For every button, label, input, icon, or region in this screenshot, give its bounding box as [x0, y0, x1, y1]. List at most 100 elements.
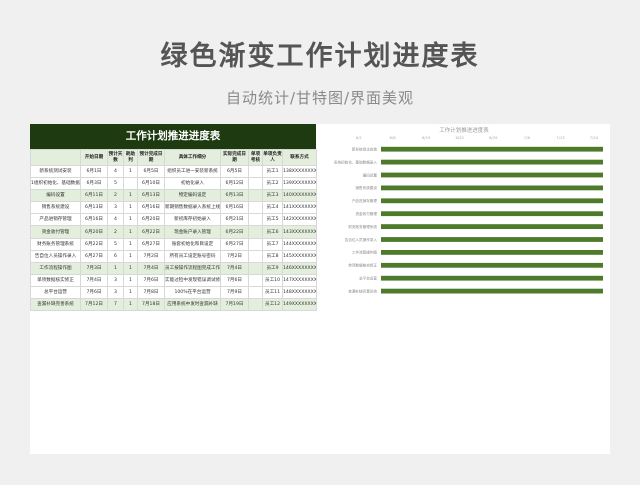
table-cell: 6月10日 — [137, 177, 165, 191]
table-cell: 7月4日 — [220, 261, 249, 275]
col-header-task-detail: 具体工作细分 — [164, 149, 221, 166]
table-cell: 7月4日 — [80, 273, 108, 287]
table-cell: 7月3日 — [80, 261, 108, 275]
table-cell — [248, 189, 263, 203]
category-label: 告自位人员操作录入 — [345, 237, 378, 242]
table-row: 工作流程操作图7月3日117月4日员工按操作流程图完成工作内容7月4日员工914… — [30, 261, 317, 275]
col-header-aux: 耗助判 — [123, 149, 138, 166]
table-cell — [248, 298, 263, 312]
col-header-contact: 联系方式 — [282, 149, 317, 166]
table-cell: 6月13日 — [137, 189, 165, 203]
table-cell: 应用系统中发时查漏补缺 — [164, 298, 221, 312]
table-cell: 4 — [107, 213, 124, 227]
gantt-bar — [381, 211, 603, 217]
table-row: 财务账务管理系统 6月22日 5 1 6月27日 账套初始化和目设定 6月27日 员工7 144… — [30, 237, 317, 251]
table-cell: 1 — [123, 237, 138, 251]
table-cell: 员工2 — [262, 177, 283, 191]
table-cell: 139XXXXXXXX — [282, 177, 317, 191]
table-row: 编码设置 6月11日 2 1 6月13日 物定编码设定 6月13日 员工3 140XXXXXXX… — [30, 189, 317, 203]
category-label: 产品进销存管理 — [352, 198, 378, 203]
table-cell: 员工3 — [262, 189, 283, 203]
table-cell: 物定编码设定 — [164, 189, 221, 203]
col-header-owner: 单项负责人 — [262, 149, 283, 166]
table-cell: 7月4日 — [137, 261, 165, 275]
table-cell: 7月6日 — [220, 273, 249, 287]
category-label: 总平台运营 — [359, 276, 377, 281]
table-cell: 7月2日 — [137, 249, 165, 263]
x-tick-label: 6/1 — [356, 135, 363, 140]
table-cell: 账套初始化和目设定 — [164, 237, 221, 251]
table-cell: 新系统测试安装 — [30, 164, 81, 179]
gantt-bar — [381, 185, 603, 191]
table-row: 销售系统建设 6月13日 3 1 6月16日 新期销售数据录入系统上线 6月16日 员工4 14… — [30, 201, 317, 215]
x-tick-label: 6/15 — [422, 135, 431, 140]
table-cell: 6月22日 — [137, 225, 165, 239]
category-label: 查漏补缺完善系统 — [348, 288, 377, 293]
table-cell — [248, 164, 263, 179]
table-cell: 1 — [123, 164, 138, 179]
col-header — [30, 149, 81, 166]
table-cell: 1 — [123, 298, 138, 312]
table-row: 1组织初始化、基础数据录入6月3日5 6月10日初始化录入6月12日员工2139X… — [30, 177, 317, 191]
table-cell: 6月16日 — [220, 201, 249, 215]
table-cell: 初始化录入 — [164, 177, 221, 191]
table-cell: 144XXXXXXXX — [282, 237, 317, 251]
table-cell: 1 — [123, 285, 138, 300]
category-label: 资金收付管理 — [355, 211, 377, 216]
x-tick-label: 6/29 — [489, 135, 498, 140]
table-cell: 7 — [107, 298, 124, 312]
table-cell: 员工10 — [262, 273, 283, 287]
table-cell: 所有员工设定账号密码 — [164, 249, 221, 263]
table-cell — [248, 285, 263, 300]
table-cell: 6月3日 — [80, 177, 108, 191]
table-cell: 5 — [107, 237, 124, 251]
table-cell: 1组织初始化、基础数据录入 — [30, 177, 81, 191]
table-cell: 6月20日 — [137, 213, 165, 227]
gantt-bar — [381, 275, 603, 281]
category-label: 新系统测试安装 — [352, 147, 378, 152]
table-cell: 6月16日 — [137, 201, 165, 215]
table-cell: 6月1日 — [80, 164, 108, 179]
category-label: 销售系统建设 — [355, 185, 377, 190]
table-cell: 员工5 — [262, 213, 283, 227]
table-cell: 查漏补缺完善系统 — [30, 298, 81, 312]
table-cell: 1 — [123, 261, 138, 275]
table-cell: 3 — [107, 273, 124, 287]
table-cell: 6月11日 — [80, 189, 108, 203]
col-header-planned-end: 预计完成日期 — [137, 149, 165, 166]
table-cell: 141XXXXXXXX — [282, 201, 317, 215]
table-cell: 7月2日 — [220, 249, 249, 263]
table-cell — [248, 225, 263, 239]
table-row: 总平台运营 7月6日 3 1 7月8日 100%在平台运营 7月9日 员工11 148XXXXX… — [30, 285, 317, 300]
table-cell: 编码设置 — [30, 189, 81, 203]
chart-title: 工作计划推进进度表 — [439, 126, 489, 134]
table-cell: 6月27日 — [220, 237, 249, 251]
category-label: 工作流程操作图 — [352, 250, 378, 255]
table-row: 产品进销存管理 6月16日 4 1 6月20日 新初库存初始录入 6月21日 员工5 142XX… — [30, 213, 317, 227]
gantt-bar — [381, 224, 603, 229]
table-row: 查漏补缺完善系统 7月12日 7 1 7月18日 应用系统中发时查漏补缺 7月19日 员工12… — [30, 298, 317, 312]
table-cell: 6月13日 — [80, 201, 108, 215]
gantt-bar — [381, 172, 603, 178]
table-cell: 员工4 — [262, 201, 283, 215]
spreadsheet-preview: 工作计划推进进度表 开始日期 预计天数 耗助判 预计完成日期 具体工作细分 实际… — [30, 124, 610, 454]
col-header-planned-days: 预计天数 — [107, 149, 124, 166]
table-cell — [123, 177, 138, 191]
table-cell: 组织员工进一安装新系统 — [164, 164, 221, 179]
table-cell: 2 — [107, 189, 124, 203]
x-tick-label: 7/13 — [556, 135, 565, 140]
table-cell: 6 — [107, 249, 124, 263]
gantt-bar — [381, 159, 603, 165]
table-cell: 7月9日 — [220, 285, 249, 300]
table-cell: 7月19日 — [220, 298, 249, 312]
gantt-chart: 工作计划推进进度表 6/1 6/8 6/15 6/22 6/29 7/6 7/13 7/20 新系… — [334, 126, 603, 294]
table-cell: 6月22日 — [80, 237, 108, 251]
table-header-row: 开始日期 预计天数 耗助判 预计完成日期 具体工作细分 实际完成日期 单项考核 … — [30, 149, 317, 166]
col-header-start-date: 开始日期 — [80, 149, 108, 166]
table-cell — [248, 273, 263, 287]
x-tick-label: 7/6 — [524, 135, 531, 140]
plan-table-section: 工作计划推进进度表 开始日期 预计天数 耗助判 预计完成日期 具体工作细分 实际… — [30, 124, 317, 312]
table-cell: 现金账户录入管理 — [164, 225, 221, 239]
table-cell: 员工7 — [262, 237, 283, 251]
table-cell: 6月21日 — [220, 213, 249, 227]
